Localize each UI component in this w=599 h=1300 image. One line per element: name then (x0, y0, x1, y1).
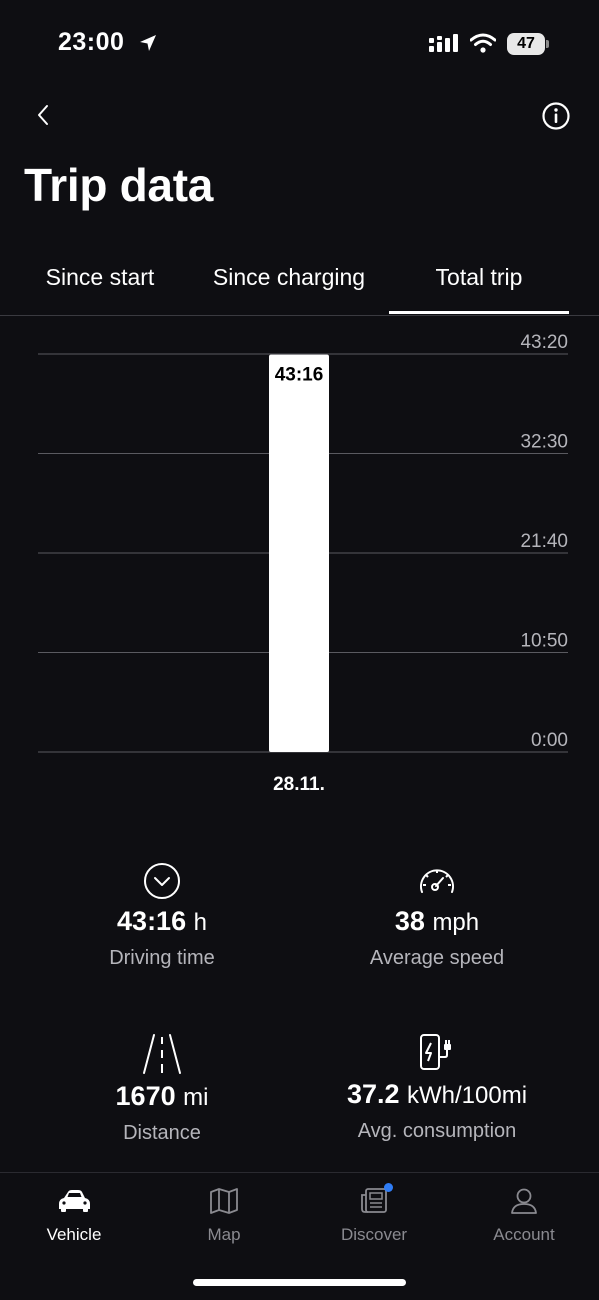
info-icon[interactable] (541, 101, 571, 131)
speedometer-icon (420, 869, 454, 893)
wifi-icon (470, 33, 496, 53)
cellular-signal-icon (429, 34, 458, 52)
y-tick-label: 32:30 (520, 432, 568, 453)
notification-dot (384, 1183, 393, 1192)
stat-driving-time: 43:16 h Driving time (12, 862, 312, 970)
location-arrow-icon (140, 35, 156, 51)
y-tick-label: 0:00 (531, 730, 568, 751)
stat-distance: 1670 mi Distance (12, 1033, 312, 1145)
road-icon (143, 1034, 181, 1074)
distance-value: 1670 mi (115, 1081, 209, 1111)
tab-total-trip[interactable]: Total trip (390, 264, 568, 291)
average-speed-label: Average speed (369, 947, 505, 969)
driving-time-value: 43:16 h (117, 906, 207, 936)
page-title: Trip data (24, 159, 214, 211)
tab-since-charging[interactable]: Since charging (200, 264, 378, 291)
tabs-divider (0, 315, 599, 316)
stat-average-speed: 38 mph Average speed (287, 862, 587, 970)
nav-map-label: Map (207, 1225, 241, 1244)
ev-charger-icon (420, 1034, 451, 1070)
nav-map[interactable]: Map (164, 1187, 284, 1245)
trip-bar-chart: 0:00 10:50 21:40 32:30 43:20 43:16 28.11. (38, 332, 568, 795)
nav-discover[interactable]: Discover (314, 1183, 434, 1245)
y-tick-label: 43:20 (520, 332, 568, 353)
bottom-nav-divider (0, 1172, 599, 1173)
nav-vehicle-label: Vehicle (46, 1225, 102, 1244)
x-tick-label: 28.11. (273, 774, 325, 795)
nav-account-label: Account (493, 1225, 555, 1244)
clock-icon (144, 863, 180, 899)
status-time: 23:00 (58, 28, 125, 56)
stat-avg-consumption: 37.2 kWh/100mi Avg. consumption (287, 1033, 587, 1143)
chart-bar[interactable] (269, 354, 329, 752)
home-indicator (193, 1279, 406, 1286)
person-icon (511, 1188, 537, 1214)
active-tab-indicator (389, 311, 569, 314)
avg-consumption-value: 37.2 kWh/100mi (346, 1079, 528, 1109)
distance-label: Distance (123, 1122, 201, 1144)
chevron-left-icon (38, 105, 48, 125)
nav-account[interactable]: Account (464, 1187, 584, 1245)
driving-time-label: Driving time (109, 947, 215, 969)
map-icon (210, 1188, 238, 1214)
back-button[interactable] (28, 98, 58, 132)
tab-since-start[interactable]: Since start (30, 264, 170, 291)
news-icon (361, 1188, 387, 1213)
y-tick-label: 21:40 (520, 531, 568, 552)
nav-vehicle[interactable]: Vehicle (14, 1187, 134, 1245)
battery-cap (546, 40, 549, 48)
bar-data-label: 43:16 (275, 365, 324, 386)
car-icon (59, 1190, 90, 1212)
nav-discover-label: Discover (340, 1225, 408, 1244)
battery-indicator: 47 (507, 33, 545, 55)
average-speed-value: 38 mph (394, 906, 480, 936)
avg-consumption-label: Avg. consumption (357, 1120, 517, 1142)
y-tick-label: 10:50 (520, 631, 568, 652)
